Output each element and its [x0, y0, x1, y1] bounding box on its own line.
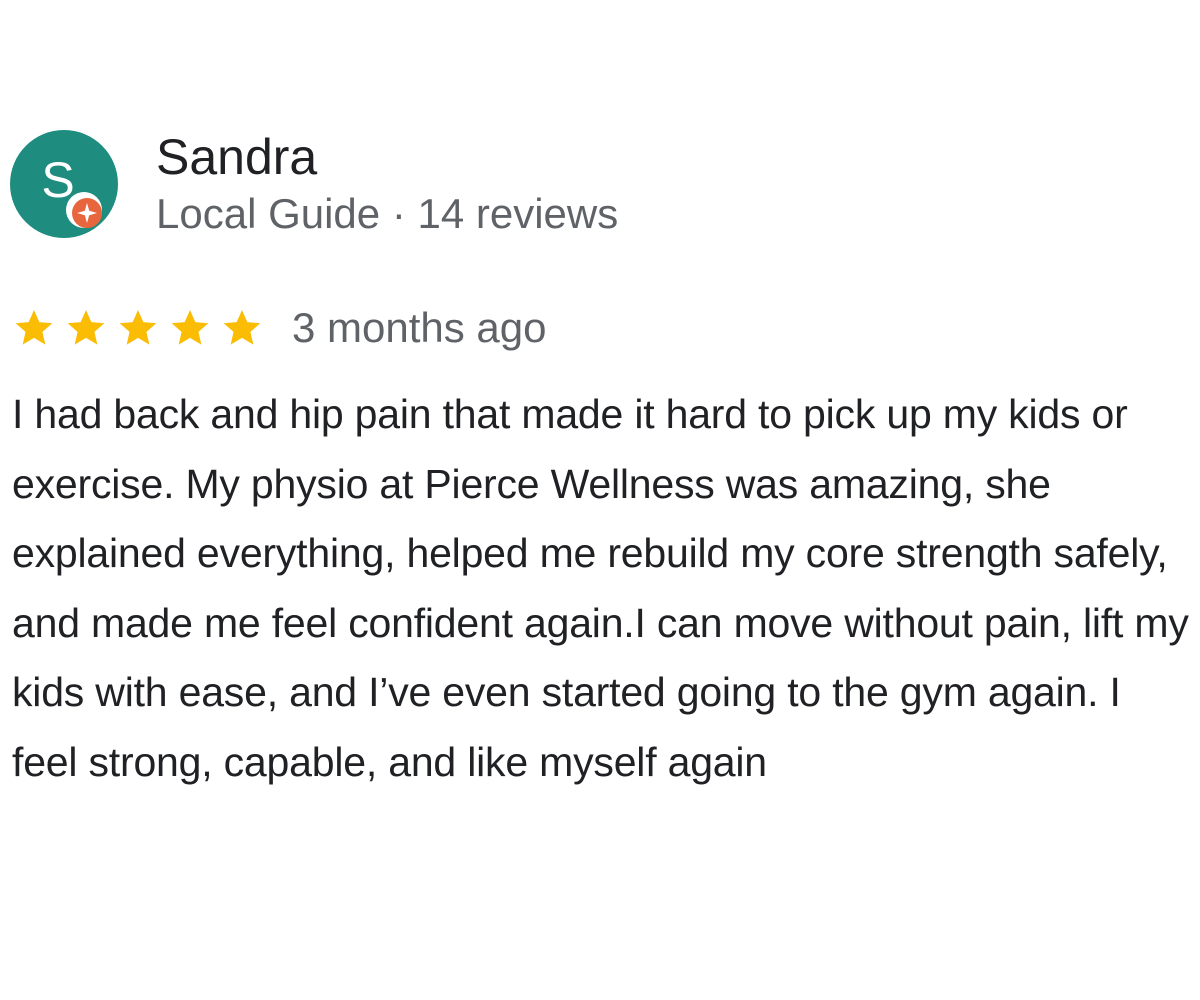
avatar[interactable]: S — [10, 130, 118, 238]
star-rating — [12, 306, 272, 350]
star-icon — [119, 310, 157, 345]
review-card: S Sandra Local Guide · 14 reviews 3 mont… — [0, 0, 1200, 1000]
star-icon — [67, 310, 105, 345]
star-icon — [171, 310, 209, 345]
reviewer-name[interactable]: Sandra — [156, 130, 618, 184]
rating-row: 3 months ago — [12, 302, 547, 354]
local-guide-badge-icon — [72, 198, 102, 228]
reviewer-meta: Local Guide · 14 reviews — [156, 190, 619, 237]
reviewer-identity: Sandra Local Guide · 14 reviews — [156, 130, 618, 238]
star-icon — [15, 310, 53, 345]
review-text: I had back and hip pain that made it har… — [12, 391, 1189, 785]
reviewer-header: S Sandra Local Guide · 14 reviews — [10, 130, 618, 238]
review-date: 3 months ago — [292, 304, 547, 351]
star-icon — [223, 310, 261, 345]
